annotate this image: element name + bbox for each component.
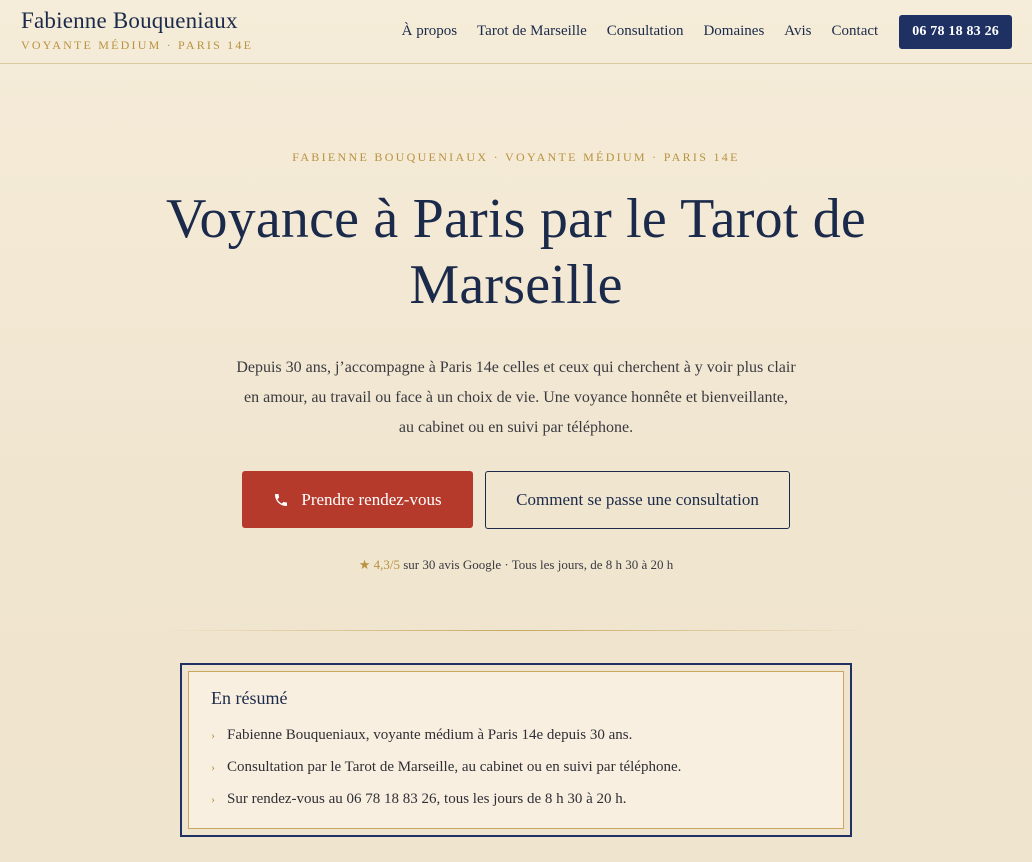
nav-item-contact[interactable]: Contact xyxy=(832,23,879,40)
rating-line: ★ 4,3/5 sur 30 avis Google · Tous les jo… xyxy=(0,557,1032,573)
phone-button[interactable]: 06 78 18 83 26 xyxy=(899,14,1012,49)
summary-item-text: Consultation par le Tarot de Marseille, … xyxy=(227,759,682,775)
book-appointment-label: Prendre rendez-vous xyxy=(301,489,442,509)
chevron-right-icon: › xyxy=(211,792,215,806)
list-item: › Sur rendez-vous au 06 78 18 83 26, tous… xyxy=(211,783,821,815)
summary-item-text: Sur rendez-vous au 06 78 18 83 26, tous … xyxy=(227,791,627,807)
nav-item-consultation[interactable]: Consultation xyxy=(607,23,684,40)
page-title-line1: Voyance à Paris par le Tarot de xyxy=(166,188,866,250)
divider xyxy=(159,630,873,631)
rating-text: sur 30 avis Google · Tous les jours, de … xyxy=(400,557,674,572)
consultation-info-button[interactable]: Comment se passe une consultation xyxy=(485,471,790,529)
summary-inner: En résumé › Fabienne Bouqueniaux, voyante… xyxy=(188,671,844,829)
page-title: Voyance à Paris par le Tarot de Marseill… xyxy=(0,186,1032,318)
summary-box: En résumé › Fabienne Bouqueniaux, voyante… xyxy=(180,663,852,837)
summary-list: › Fabienne Bouqueniaux, voyante médium à … xyxy=(211,719,821,815)
phone-icon xyxy=(275,493,288,506)
chevron-right-icon: › xyxy=(211,728,215,742)
brand-name: Fabienne Bouqueniaux xyxy=(21,7,238,33)
book-appointment-button[interactable]: Prendre rendez-vous xyxy=(242,471,473,528)
cta-row: Prendre rendez-vous Comment se passe une… xyxy=(0,471,1032,529)
hero-eyebrow: FABIENNE BOUQUENIAUX · VOYANTE MÉDIUM · … xyxy=(292,150,740,164)
summary-item-text: Fabienne Bouqueniaux, voyante médium à P… xyxy=(227,727,633,743)
summary-title: En résumé xyxy=(211,688,288,708)
nav-item-domaines[interactable]: Domaines xyxy=(703,23,764,40)
brand-tagline: VOYANTE MÉDIUM · PARIS 14E xyxy=(21,37,254,52)
nav-item-a-propos[interactable]: À propos xyxy=(402,23,457,40)
nav-item-avis[interactable]: Avis xyxy=(784,23,811,40)
page-title-line2: Marseille xyxy=(409,254,623,316)
hero: FABIENNE BOUQUENIAUX · VOYANTE MÉDIUM · … xyxy=(0,150,1032,631)
chevron-right-icon: › xyxy=(211,760,215,774)
nav-item-tarot[interactable]: Tarot de Marseille xyxy=(477,23,587,40)
star-icon: ★ 4,3/5 xyxy=(358,557,400,572)
hero-lead: Depuis 30 ans, j’accompagne à Paris 14e … xyxy=(236,359,796,436)
site-header: Fabienne Bouqueniaux VOYANTE MÉDIUM · PA… xyxy=(0,0,1032,64)
list-item: › Consultation par le Tarot de Marseille,… xyxy=(211,751,821,783)
main-nav: À propos Tarot de Marseille Consultation… xyxy=(402,14,1012,49)
list-item: › Fabienne Bouqueniaux, voyante médium à … xyxy=(211,719,821,751)
brand[interactable]: Fabienne Bouqueniaux VOYANTE MÉDIUM · PA… xyxy=(21,8,254,53)
consultation-info-label: Comment se passe une consultation xyxy=(516,490,759,509)
